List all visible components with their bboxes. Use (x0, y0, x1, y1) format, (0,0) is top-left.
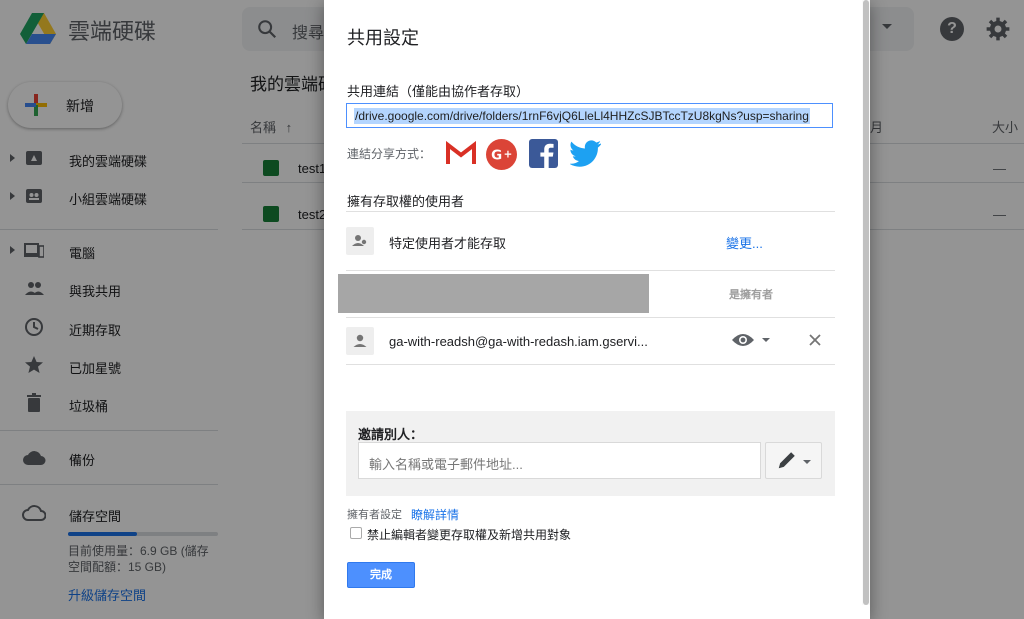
share-link-value[interactable]: /drive.google.com/drive/folders/1rnF6vjQ… (354, 108, 810, 124)
eye-icon[interactable] (731, 331, 755, 349)
people-divider (346, 364, 835, 365)
dialog-title: 共用設定 (347, 28, 419, 48)
chevron-down-icon (803, 460, 811, 464)
owner-role-label: 是擁有者 (729, 289, 773, 301)
user-avatar-icon (346, 327, 374, 355)
share-link-label: 共用連結（僅能由協作者存取） (347, 84, 530, 99)
dialog-scrollbar[interactable] (863, 0, 869, 605)
gmail-icon[interactable] (446, 141, 476, 167)
chevron-down-icon[interactable] (762, 338, 770, 342)
owner-settings-label: 擁有者設定 (347, 509, 402, 521)
learn-more-link[interactable]: 瞭解詳情 (411, 506, 459, 523)
restricted-access-icon (346, 227, 374, 255)
prevent-editors-label[interactable]: 禁止編輯者變更存取權及新增共用對象 (367, 526, 571, 543)
invite-placeholder[interactable]: 輸入名稱或電子郵件地址... (369, 454, 523, 473)
twitter-icon[interactable] (570, 140, 602, 168)
prevent-editors-checkbox[interactable] (350, 527, 362, 539)
done-button[interactable]: 完成 (347, 562, 415, 588)
access-level-text: 特定使用者才能存取 (389, 236, 507, 251)
people-divider (346, 211, 835, 212)
people-divider (346, 270, 835, 271)
app-root: 雲端硬碟 搜尋 ? 新增 我的雲端硬碟 小組雲端硬碟 電腦 與我共用 近期存取 (0, 0, 1024, 619)
access-section-label: 擁有存取權的使用者 (347, 194, 465, 209)
redacted-owner-info (338, 274, 649, 313)
svg-text:G: G (491, 149, 502, 164)
facebook-icon[interactable] (529, 139, 558, 168)
invite-label: 邀請別人： (358, 427, 424, 442)
change-access-link[interactable]: 變更... (726, 233, 763, 252)
svg-text:+: + (504, 149, 513, 161)
user-email: ga-with-readsh@ga-with-redash.iam.gservi… (389, 334, 648, 349)
people-divider (346, 317, 835, 318)
pencil-icon (778, 452, 795, 469)
google-plus-icon[interactable]: G + (486, 139, 517, 170)
close-icon[interactable] (808, 333, 822, 347)
share-via-label: 連結分享方式： (347, 147, 432, 161)
